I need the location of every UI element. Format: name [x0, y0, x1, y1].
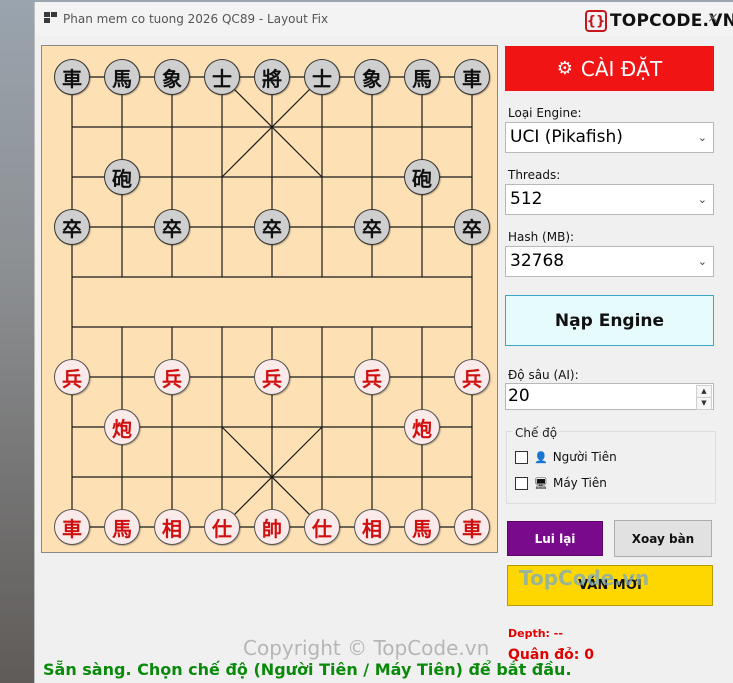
red-piece[interactable]: 兵 [254, 359, 290, 395]
mode-group: Chế độ 👤 Người Tiên 🖥 Máy Tiên [506, 426, 716, 504]
settings-header-label: CÀI ĐẶT [580, 56, 663, 81]
depth-spinbox[interactable]: 20 ▲ ▼ [505, 383, 714, 410]
red-piece[interactable]: 兵 [454, 359, 490, 395]
red-piece[interactable]: 兵 [354, 359, 390, 395]
depth-value: 20 [508, 386, 530, 406]
watermark-topcode: TopCode.vn [519, 566, 650, 590]
spin-down-icon[interactable]: ▼ [696, 397, 712, 410]
threads-label: Threads: [508, 168, 561, 182]
red-piece[interactable]: 仕 [304, 509, 340, 545]
red-piece[interactable]: 炮 [404, 409, 440, 445]
chevron-down-icon: ⌄ [697, 193, 707, 206]
red-piece[interactable]: 炮 [104, 409, 140, 445]
black-piece[interactable]: 士 [304, 59, 340, 95]
window-title: Phan mem co tuong 2026 QC89 - Layout Fix [63, 12, 329, 26]
black-piece[interactable]: 將 [254, 59, 290, 95]
load-engine-button[interactable]: Nạp Engine [505, 295, 714, 346]
red-piece[interactable]: 相 [154, 509, 190, 545]
threads-value: 512 [510, 189, 543, 209]
human-first-label: Người Tiên [552, 450, 617, 464]
black-piece[interactable]: 卒 [254, 209, 290, 245]
black-piece[interactable]: 車 [454, 59, 490, 95]
black-piece[interactable]: 象 [354, 59, 390, 95]
black-piece[interactable]: 象 [154, 59, 190, 95]
chevron-down-icon: ⌄ [697, 131, 707, 144]
status-bar-text: Sẵn sàng. Chọn chế độ (Người Tiên / Máy … [43, 660, 572, 679]
hash-select[interactable]: 32768 ⌄ [505, 246, 714, 277]
board-grid [71, 76, 473, 528]
hash-label: Hash (MB): [508, 230, 575, 244]
black-piece[interactable]: 砲 [104, 159, 140, 195]
checkbox-box[interactable] [515, 476, 528, 490]
red-piece[interactable]: 仕 [204, 509, 240, 545]
chevron-down-icon: ⌄ [697, 255, 707, 268]
checkbox-box[interactable] [515, 450, 528, 464]
rotate-board-button[interactable]: Xoay bàn [614, 520, 712, 557]
engine-type-select[interactable]: UCI (Pikafish) ⌄ [505, 122, 714, 153]
undo-button[interactable]: Lui lại [507, 521, 603, 556]
black-piece[interactable]: 卒 [354, 209, 390, 245]
black-piece[interactable]: 卒 [154, 209, 190, 245]
watermark-copyright: Copyright © TopCode.vn [243, 636, 490, 660]
mode-group-title: Chế độ [513, 426, 560, 440]
machine-first-label: Máy Tiên [552, 476, 607, 490]
black-piece[interactable]: 馬 [404, 59, 440, 95]
close-icon[interactable]: × [707, 10, 719, 26]
black-piece[interactable]: 卒 [54, 209, 90, 245]
depth-info: Depth: -- [508, 627, 563, 640]
logo-mark-icon: {} [585, 10, 607, 32]
machine-first-checkbox[interactable]: 🖥 Máy Tiên [515, 476, 607, 490]
red-piece[interactable]: 車 [454, 509, 490, 545]
engine-type-label: Loại Engine: [508, 106, 582, 120]
black-piece[interactable]: 砲 [404, 159, 440, 195]
computer-icon: 🖥 [534, 476, 548, 490]
logo-text-prefix: TOP [610, 11, 650, 31]
title-bar: Phan mem co tuong 2026 QC89 - Layout Fix… [35, 2, 733, 36]
black-piece[interactable]: 士 [204, 59, 240, 95]
threads-select[interactable]: 512 ⌄ [505, 184, 714, 215]
red-piece[interactable]: 馬 [404, 509, 440, 545]
depth-label: Độ sâu (AI): [508, 368, 579, 382]
settings-header-button[interactable]: ⚙ CÀI ĐẶT [505, 46, 714, 91]
engine-type-value: UCI (Pikafish) [510, 127, 623, 147]
app-icon [44, 12, 58, 24]
hash-value: 32768 [510, 251, 565, 271]
red-piece[interactable]: 相 [354, 509, 390, 545]
xiangqi-board[interactable]: 車馬象士將士象馬車砲砲卒卒卒卒卒兵兵兵兵兵炮炮車馬相仕帥仕相馬車 [41, 45, 498, 553]
gear-icon: ⚙ [556, 58, 573, 79]
red-piece[interactable]: 馬 [104, 509, 140, 545]
red-piece[interactable]: 兵 [154, 359, 190, 395]
logo-text-suffix: CODE.VN [649, 11, 733, 31]
black-piece[interactable]: 車 [54, 59, 90, 95]
red-piece[interactable]: 車 [54, 509, 90, 545]
red-piece[interactable]: 帥 [254, 509, 290, 545]
human-first-checkbox[interactable]: 👤 Người Tiên [515, 450, 617, 464]
person-icon: 👤 [534, 450, 548, 464]
red-piece[interactable]: 兵 [54, 359, 90, 395]
black-piece[interactable]: 馬 [104, 59, 140, 95]
black-piece[interactable]: 卒 [454, 209, 490, 245]
app-window: Phan mem co tuong 2026 QC89 - Layout Fix… [34, 2, 733, 683]
